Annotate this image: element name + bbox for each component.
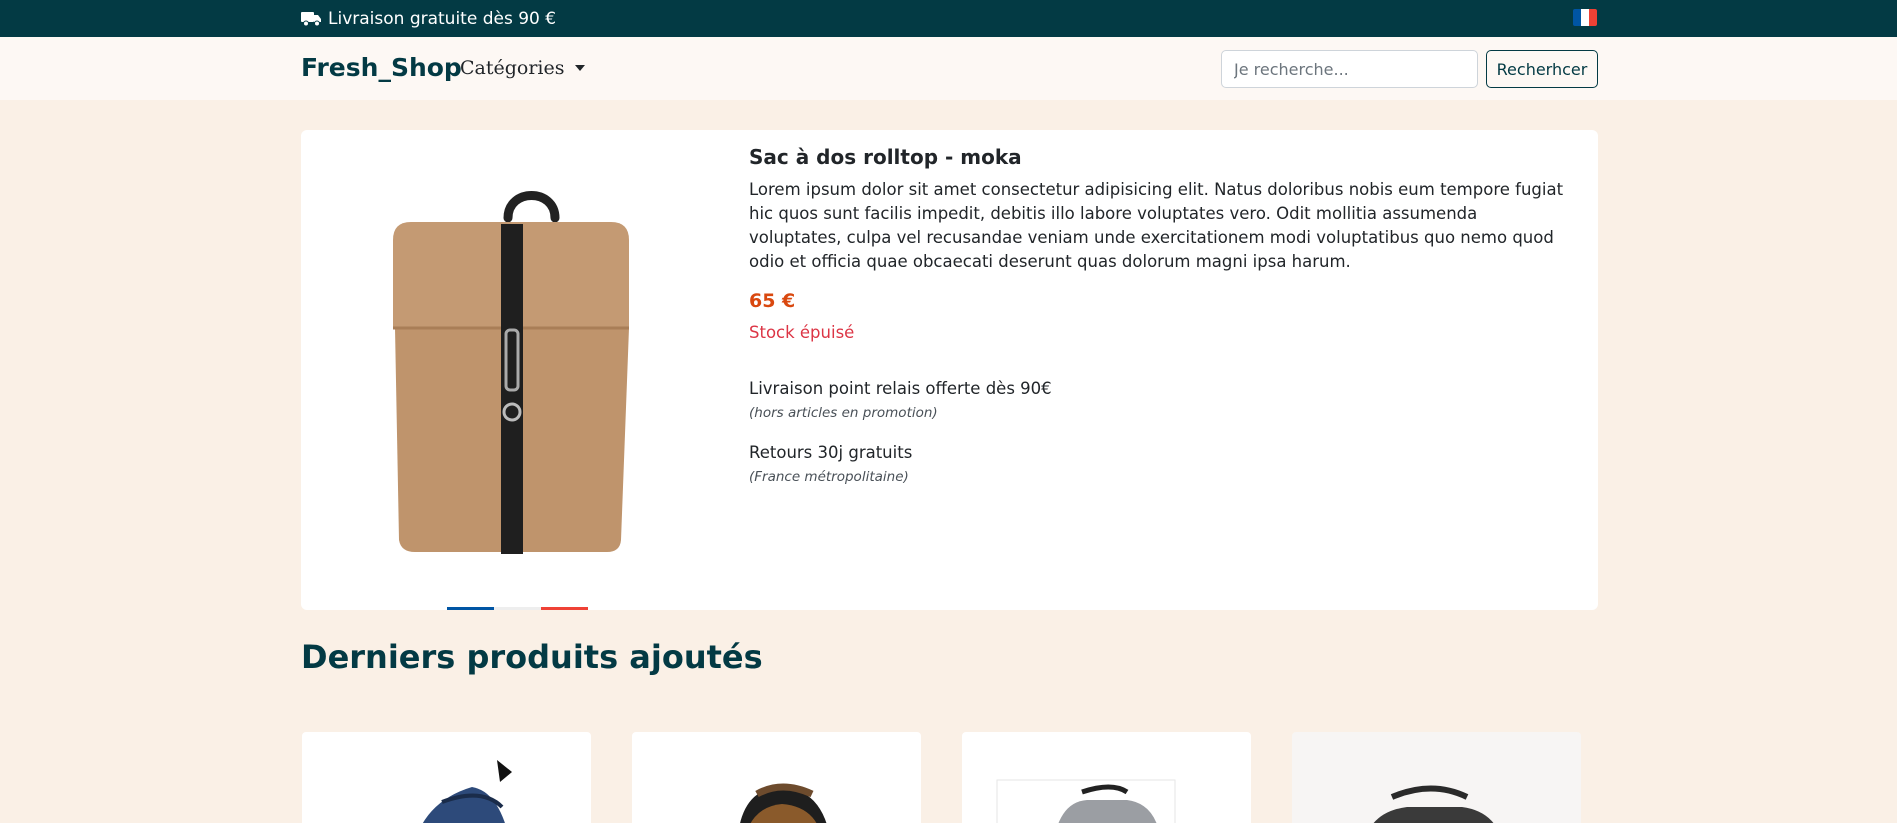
product-image-4 <box>1373 785 1494 823</box>
stock-status: Stock épuisé <box>749 323 855 342</box>
brand-logo[interactable]: Fresh_Shop <box>301 53 462 82</box>
caret-down-icon <box>574 65 585 71</box>
delivery-title: Livraison point relais offerte dès 90€ <box>749 379 1052 398</box>
carousel-indicator-3[interactable] <box>541 607 588 610</box>
carousel-indicator-2[interactable] <box>494 607 541 610</box>
product-tile-3[interactable] <box>962 732 1251 823</box>
france-flag-icon[interactable] <box>1573 9 1597 26</box>
carousel-indicators <box>447 607 588 610</box>
delivery-note: (hors articles en promotion) <box>749 405 938 421</box>
shipping-text: Livraison gratuite dès 90 € <box>328 8 557 29</box>
product-price: 65 € <box>749 290 796 312</box>
product-description: Lorem ipsum dolor sit amet consectetur a… <box>749 180 1564 271</box>
categories-label: Catégories <box>460 57 565 79</box>
truck-icon <box>301 11 321 26</box>
shipping-banner: Livraison gratuite dès 90 € <box>301 0 556 37</box>
main-navbar <box>0 37 1897 100</box>
product-tile-2[interactable] <box>632 732 921 823</box>
returns-note: (France métropolitaine) <box>749 469 909 485</box>
product-title: Sac à dos rolltop - moka <box>749 145 1022 169</box>
product-tile-4[interactable] <box>1292 732 1581 823</box>
product-image-3 <box>996 779 1176 823</box>
search-input[interactable] <box>1221 50 1478 88</box>
top-announcement-bar: Livraison gratuite dès 90 € <box>0 0 1897 37</box>
latest-products-heading: Derniers produits ajoutés <box>301 638 763 676</box>
returns-title: Retours 30j gratuits <box>749 443 913 462</box>
carousel-indicator-1[interactable] <box>447 607 494 610</box>
product-image-1 <box>422 760 512 823</box>
backpack-image[interactable] <box>385 180 635 560</box>
product-tile-1[interactable] <box>302 732 591 823</box>
product-image-2 <box>740 783 827 823</box>
categories-dropdown[interactable]: Catégories <box>460 57 585 79</box>
search-button[interactable]: Recherhcer <box>1486 50 1598 88</box>
